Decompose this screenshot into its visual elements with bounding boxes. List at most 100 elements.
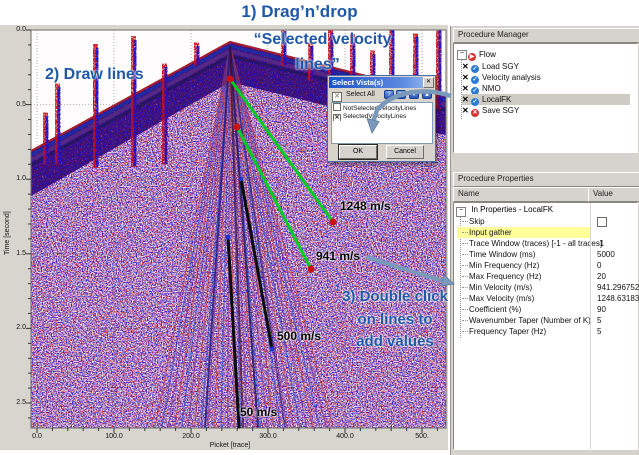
cancel-button[interactable]: Cancel bbox=[386, 145, 424, 159]
property-row-time-window-ms-[interactable]: Time Window (ms) 5000 bbox=[457, 249, 638, 260]
annotation-step1-line2: “Selected velocity bbox=[245, 31, 400, 49]
list-item[interactable]: ✕SelectedVelocityLines bbox=[332, 112, 432, 121]
flow-expander[interactable]: − bbox=[457, 50, 467, 60]
help-icon[interactable]: ? bbox=[384, 90, 394, 99]
property-row-min-velocity-m-s-[interactable]: Min Velocity (m/s) 941.2967529 bbox=[457, 282, 638, 293]
property-value[interactable]: 5 bbox=[597, 326, 601, 337]
annotation-step3-line3: add values bbox=[335, 333, 455, 350]
item-checkbox[interactable]: ✕ bbox=[333, 114, 341, 121]
flow-item-load-sgy[interactable]: ✕✓Load SGY bbox=[462, 61, 630, 72]
property-name: Trace Window (traces) [-1 - all traces] bbox=[469, 238, 602, 249]
property-name: Skip bbox=[469, 216, 485, 227]
flow-item-localfk[interactable]: ✕✓LocalFK bbox=[462, 94, 630, 105]
flow-status-icon: ▶ bbox=[468, 53, 476, 61]
skip-checkbox[interactable] bbox=[597, 217, 607, 227]
move-down-icon[interactable]: ▼ bbox=[409, 90, 419, 99]
close-icon[interactable]: ✕ bbox=[423, 77, 434, 88]
property-name: Min Velocity (m/s) bbox=[469, 282, 532, 293]
flow-item-label: Save SGY bbox=[482, 106, 519, 115]
select-all-checkbox[interactable]: ✕ Select All bbox=[332, 90, 375, 102]
y-tick-label: 0.0 bbox=[6, 26, 26, 34]
y-axis-title: Time [second] bbox=[4, 211, 11, 255]
annotation-step1-line1: 1) Drag’n’drop bbox=[222, 2, 377, 22]
flow-item-nmo[interactable]: ✕✓NMO bbox=[462, 83, 630, 94]
properties-col-value[interactable]: Value bbox=[588, 187, 639, 202]
property-value[interactable]: 1248.631836 bbox=[597, 293, 639, 304]
velocity-label-941: 941 m/s bbox=[316, 249, 360, 263]
flow-item-label: NMO bbox=[482, 84, 501, 93]
property-name: Max Velocity (m/s) bbox=[469, 293, 534, 304]
properties-group-row[interactable]: − In Properties - LocalFK bbox=[455, 204, 553, 215]
property-name: Max Frequency (Hz) bbox=[469, 271, 541, 282]
property-row-wavenumber-taper-number-of-k-[interactable]: Wavenumber Taper (Number of K) 5 bbox=[457, 315, 638, 326]
exclude-icon[interactable]: ✕ bbox=[462, 61, 471, 72]
property-value[interactable]: 941.2967529 bbox=[597, 282, 639, 293]
item-checkbox[interactable] bbox=[333, 103, 341, 111]
x-tick-label: 300.0 bbox=[253, 433, 283, 441]
dialog-titlebar: Select Vista(s) bbox=[329, 77, 434, 88]
property-value[interactable]: 0 bbox=[597, 260, 601, 271]
flow-item-save-sgy[interactable]: ✕✕Save SGY bbox=[462, 105, 630, 116]
property-row-input-gather[interactable]: Input gather bbox=[457, 227, 638, 238]
property-row-frequency-taper-hz-[interactable]: Frequency Taper (Hz) 5 bbox=[457, 326, 638, 337]
flow-item-label: Load SGY bbox=[482, 62, 519, 71]
property-row-max-frequency-hz-[interactable]: Max Frequency (Hz) 20 bbox=[457, 271, 638, 282]
x-tick-label: 400.0 bbox=[330, 433, 360, 441]
y-tick-label: 1.0 bbox=[6, 175, 26, 183]
x-tick-label: 200.0 bbox=[176, 433, 206, 441]
property-name: Time Window (ms) bbox=[469, 249, 535, 260]
flow-item-label: Velocity analysis bbox=[482, 73, 541, 82]
property-value[interactable]: 5 bbox=[597, 315, 601, 326]
y-tick-label: 0.5 bbox=[6, 101, 26, 109]
velocity-label-50: 50 m/s bbox=[240, 405, 277, 419]
flow-item-label: LocalFK bbox=[482, 95, 511, 104]
exclude-icon[interactable]: ✕ bbox=[462, 83, 471, 94]
x-tick-label: 500. bbox=[407, 433, 437, 441]
property-name: Wavenumber Taper (Number of K) bbox=[469, 315, 591, 326]
property-row-max-velocity-m-s-[interactable]: Max Velocity (m/s) 1248.631836 bbox=[457, 293, 638, 304]
velocity-label-500: 500 m/s bbox=[277, 329, 321, 343]
property-name: Frequency Taper (Hz) bbox=[469, 326, 546, 337]
ok-button[interactable]: OK bbox=[339, 145, 377, 159]
y-tick-label: 2.0 bbox=[6, 324, 26, 332]
flow-tree: − ▶Flow ✕✓Load SGY✕✓Velocity analysis✕✓N… bbox=[453, 43, 638, 153]
move-up-icon[interactable]: ▲ bbox=[422, 90, 432, 99]
y-tick-label: 2.5 bbox=[6, 399, 26, 407]
procedure-manager-title: Procedure Manager bbox=[453, 28, 639, 43]
app-window: 0.0100.0200.0300.0400.0500. 0.00.51.01.5… bbox=[0, 0, 639, 455]
list-item[interactable]: NotSelectedVelocityLines bbox=[332, 103, 432, 112]
property-name: Input gather bbox=[469, 227, 512, 238]
procedure-properties-title: Procedure Properties bbox=[453, 172, 639, 187]
flow-root[interactable]: ▶Flow bbox=[468, 49, 496, 60]
x-tick-label: 100.0 bbox=[99, 433, 129, 441]
property-value[interactable]: -1 bbox=[597, 238, 604, 249]
annotation-step3-line2: on lines to bbox=[335, 311, 455, 328]
property-value[interactable]: 20 bbox=[597, 271, 606, 282]
property-value[interactable]: 5000 bbox=[597, 249, 615, 260]
property-name: Coefficient (%) bbox=[469, 304, 521, 315]
copy-icon[interactable]: ▤ bbox=[396, 90, 406, 99]
vista-list: NotSelectedVelocityLines ✕SelectedVeloci… bbox=[331, 102, 433, 144]
exclude-icon[interactable]: ✕ bbox=[462, 105, 471, 116]
property-row-min-frequency-hz-[interactable]: Min Frequency (Hz) 0 bbox=[457, 260, 638, 271]
value-column-divider bbox=[590, 203, 591, 449]
x-axis-title: Picket [trace] bbox=[200, 442, 260, 449]
property-row-coefficient-[interactable]: Coefficient (%) 90 bbox=[457, 304, 638, 315]
select-vistas-dialog: Select Vista(s) ✕ ✕ Select All ? ▤ ▼ ▲ N… bbox=[327, 75, 436, 162]
properties-col-name[interactable]: Name bbox=[453, 187, 592, 202]
velocity-label-1248: 1248 m/s bbox=[340, 199, 391, 213]
x-tick-label: 0.0 bbox=[22, 433, 52, 441]
exclude-icon[interactable]: ✕ bbox=[462, 72, 471, 83]
properties-grid: − In Properties - LocalFK SkipInput gath… bbox=[453, 202, 638, 450]
property-row-skip[interactable]: Skip bbox=[457, 216, 638, 227]
annotation-step3-line1: 3) Double click bbox=[335, 288, 455, 305]
annotation-step1-line3: lines” bbox=[245, 56, 390, 74]
exclude-icon[interactable]: ✕ bbox=[462, 94, 471, 105]
property-row-trace-window-traces-1-all-traces-[interactable]: Trace Window (traces) [-1 - all traces]-… bbox=[457, 238, 638, 249]
flow-item-velocity-analysis[interactable]: ✕✓Velocity analysis bbox=[462, 72, 630, 83]
status-icon: ✕ bbox=[471, 109, 479, 117]
annotation-step2: 2) Draw lines bbox=[45, 66, 144, 84]
property-name: Min Frequency (Hz) bbox=[469, 260, 539, 271]
property-value[interactable]: 90 bbox=[597, 304, 606, 315]
right-dock: Procedure Manager − ▶Flow ✕✓Load SGY✕✓Ve… bbox=[450, 26, 639, 455]
